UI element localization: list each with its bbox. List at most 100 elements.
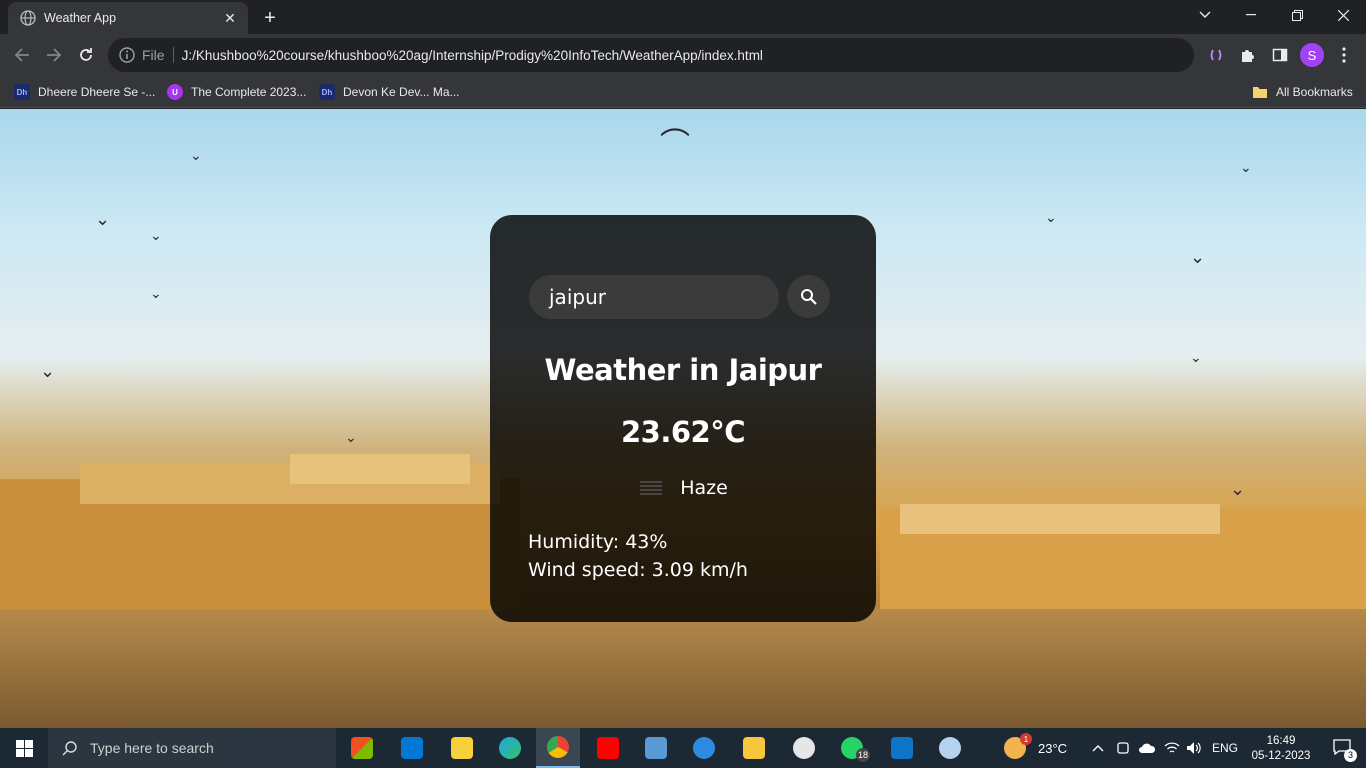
edge-app-icon[interactable] [488, 728, 532, 768]
tab-strip: Weather App ✕ + [0, 0, 1366, 34]
volume-icon[interactable] [1186, 728, 1202, 768]
notification-center-button[interactable]: 3 [1322, 728, 1362, 768]
search-button[interactable] [787, 275, 830, 318]
bird: ⌄ [40, 361, 56, 381]
bird: ⌄ [150, 285, 162, 301]
bird: ⌄ [1240, 159, 1252, 175]
restore-button[interactable] [1274, 0, 1320, 30]
back-button[interactable] [8, 41, 36, 69]
taskbar-search-placeholder: Type here to search [90, 740, 214, 756]
condition-row: Haze [490, 477, 876, 499]
url-divider [172, 47, 174, 63]
app-icon[interactable] [682, 728, 726, 768]
udemy-icon: U [167, 84, 183, 100]
haze-icon [640, 481, 663, 495]
bookmark-favicon-icon: Dh [319, 84, 335, 100]
reload-button[interactable] [72, 41, 100, 69]
whatsapp-badge: 18 [855, 748, 870, 762]
wifi-icon[interactable] [1164, 728, 1180, 768]
bird: ⌄ [1045, 209, 1057, 225]
extension-icon[interactable] [1202, 41, 1230, 69]
file-explorer-app-icon[interactable] [732, 728, 776, 768]
globe-icon [20, 10, 36, 26]
forward-button[interactable] [40, 41, 68, 69]
start-button[interactable] [0, 728, 48, 768]
tray-icon[interactable] [1116, 728, 1130, 768]
clock-date: 05-12-2023 [1251, 749, 1311, 762]
city-heading: Weather in Jaipur [544, 353, 822, 387]
clock-app-icon[interactable] [782, 728, 826, 768]
bookmark-item[interactable]: Dh Dheere Dheere Se -... [14, 82, 155, 102]
info-icon[interactable] [118, 46, 136, 64]
tab-weather-app[interactable]: Weather App ✕ [8, 2, 248, 34]
condition-label: Haze [680, 477, 728, 499]
minimize-button[interactable] [1228, 0, 1274, 30]
bird: ⌄ [1190, 349, 1202, 365]
clock[interactable]: 16:49 05-12-2023 [1248, 728, 1314, 768]
taskbar-search-box[interactable]: Type here to search [48, 728, 336, 768]
weather-sun-icon: 1 [1004, 733, 1032, 759]
show-hidden-icons-button[interactable] [1092, 728, 1104, 768]
paint-app-icon[interactable] [928, 728, 972, 768]
close-tab-icon[interactable]: ✕ [220, 8, 240, 28]
new-tab-button[interactable]: + [258, 6, 282, 30]
bird: ⌄ [1190, 247, 1206, 267]
search-icon [62, 741, 77, 756]
chrome-app-icon[interactable] [536, 728, 580, 768]
bird: ⌄ [190, 147, 202, 163]
chevron-up-icon [1092, 745, 1104, 752]
bird: ⌄ [1230, 479, 1246, 499]
weather-badge: 1 [1020, 733, 1032, 745]
folder-icon [1253, 87, 1267, 98]
address-bar[interactable]: File J:/Khushboo%20course/khushboo%20ag/… [108, 38, 1194, 72]
vscode-app-icon[interactable] [880, 728, 924, 768]
whatsapp-app-icon[interactable]: 18 [830, 728, 874, 768]
url-scheme-label: File [142, 47, 165, 63]
sticky-notes-app-icon[interactable] [440, 728, 484, 768]
fort-wall [900, 504, 1220, 534]
clock-time: 16:49 [1266, 734, 1296, 747]
notification-icon: 3 [1333, 738, 1357, 762]
weather-widget[interactable]: 1 23°C [1004, 728, 1067, 768]
puzzle-extensions-icon[interactable] [1234, 41, 1262, 69]
fort-wall [290, 454, 470, 484]
outlook-app-icon[interactable] [390, 728, 434, 768]
url-text[interactable]: J:/Khushboo%20course/khushboo%20ag/Inter… [182, 48, 763, 63]
store-app-icon[interactable] [340, 728, 384, 768]
weather-card: jaipur Weather in Jaipur 23.62°C Haze Hu… [490, 215, 876, 622]
windows-taskbar: Type here to search 18 1 23°C ENG 16:49 … [0, 728, 1366, 768]
page-background: ⌒ ⌄ ⌄ ⌄ ⌄ ⌄ ⌄ ⌄ ⌄ ⌄ ⌄ ⌄ jaipur Weather i… [0, 109, 1366, 728]
bird: ⌄ [345, 429, 357, 445]
onedrive-icon[interactable] [1138, 728, 1156, 768]
bird: ⌄ [150, 227, 162, 243]
meet-now-icon [1117, 742, 1129, 754]
bird: ⌄ [95, 209, 111, 229]
weather-temp-label: 23°C [1038, 740, 1068, 756]
bookmark-favicon-icon: Dh [14, 84, 30, 100]
hillside [0, 609, 1366, 728]
side-panel-icon[interactable] [1266, 41, 1294, 69]
bookmark-label: Devon Ke Dev... Ma... [343, 85, 460, 99]
profile-avatar[interactable]: S [1298, 41, 1326, 69]
bookmark-label: The Complete 2023... [191, 85, 307, 99]
windows-icon [15, 739, 33, 757]
bookmark-item[interactable]: Dh Devon Ke Dev... Ma... [319, 82, 460, 102]
all-bookmarks-label: All Bookmarks [1276, 85, 1353, 99]
city-search-input[interactable]: jaipur [529, 275, 779, 319]
language-indicator[interactable]: ENG [1212, 728, 1238, 768]
contacts-app-icon[interactable] [634, 728, 678, 768]
bookmark-label: Dheere Dheere Se -... [38, 85, 156, 99]
wind-speed-text: Wind speed: 3.09 km/h [528, 559, 748, 581]
close-window-button[interactable] [1320, 0, 1366, 30]
bookmarks-bar: Dh Dheere Dheere Se -... U The Complete … [0, 76, 1366, 108]
humidity-text: Humidity: 43% [528, 531, 668, 553]
search-icon [800, 288, 817, 305]
notification-count: 3 [1344, 748, 1357, 762]
tab-title: Weather App [44, 11, 117, 25]
all-bookmarks-button[interactable]: All Bookmarks [1252, 82, 1353, 102]
menu-icon[interactable] [1330, 41, 1358, 69]
bookmark-item[interactable]: U The Complete 2023... [167, 82, 306, 102]
temperature-value: 23.62°C [620, 415, 746, 449]
youtube-app-icon[interactable] [586, 728, 630, 768]
tab-search-icon[interactable] [1182, 0, 1228, 30]
